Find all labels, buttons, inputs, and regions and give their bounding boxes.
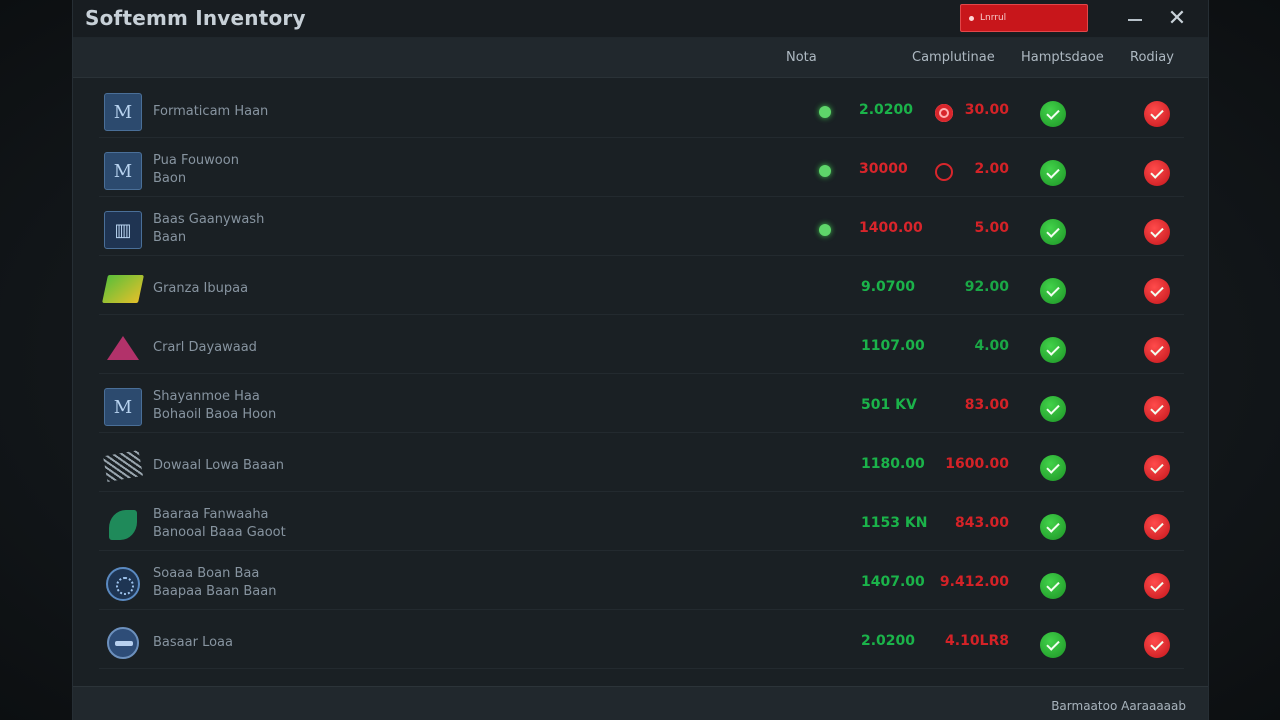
item-name: Pua Fouwoon Baon xyxy=(153,152,239,188)
status-online-icon xyxy=(819,224,831,236)
table-row[interactable]: Baaraa Fanwaaha Banooal Baaa Gaoot 1153 KN… xyxy=(99,492,1184,551)
table-row[interactable]: Basaar Loaa 2.0200 4.10LR8 xyxy=(99,610,1184,669)
hatched-icon xyxy=(103,446,143,486)
table-row[interactable]: M Shayanmoe Haa Bohaoil Baoa Hoon 501 KV 83.… xyxy=(99,374,1184,433)
item-name: Baas Gaanywash Baan xyxy=(153,211,264,247)
item-name-line2: Banooal Baaa Gaoot xyxy=(153,525,286,540)
item-name: Baaraa Fanwaaha Banooal Baaa Gaoot xyxy=(153,506,286,542)
leaf-icon xyxy=(103,505,143,545)
pink-triangle-icon xyxy=(103,328,143,368)
item-name-line2: Bohaoil Baoa Hoon xyxy=(153,407,277,422)
status-online-icon xyxy=(819,165,831,177)
search-input[interactable]: Lnrrul xyxy=(960,4,1088,32)
item-name: Granza Ibupaa xyxy=(153,280,248,298)
reject-check-icon[interactable] xyxy=(1144,632,1170,658)
table-row[interactable]: ▥ Baas Gaanywash Baan 1400.00 5.00 xyxy=(99,197,1184,256)
item-name-line1: Formaticam Haan xyxy=(153,104,269,119)
search-icon xyxy=(969,15,974,21)
item-name-line2: Baapaa Baan Baan xyxy=(153,584,277,599)
item-name: Formaticam Haan xyxy=(153,103,268,121)
approve-check-icon[interactable] xyxy=(1040,101,1066,127)
title-bar: Softemm Inventory Lnrrul ✕ xyxy=(73,0,1208,38)
item-name-line2: Baon xyxy=(153,171,187,186)
m-tile-icon: M xyxy=(103,92,143,132)
table-header: Nota Camplutinae Hamptsdaoe Rodiay xyxy=(73,38,1208,78)
comp-value: 4.00 xyxy=(974,338,1009,354)
item-name: Soaaa Boan Baa Baapaa Baan Baan xyxy=(153,565,276,601)
column-header-nota[interactable]: Nota xyxy=(786,50,817,65)
m-tile-icon: M xyxy=(103,387,143,427)
item-name-line1: Pua Fouwoon xyxy=(153,153,239,168)
column-header-rod[interactable]: Rodiay xyxy=(1130,50,1174,65)
status-bar: Barmaatoo Aaraaaaab xyxy=(73,686,1208,720)
approve-check-icon[interactable] xyxy=(1040,514,1066,540)
comp-value: 92.00 xyxy=(964,279,1009,295)
green-cube-icon xyxy=(102,269,144,309)
reject-check-icon[interactable] xyxy=(1144,396,1170,422)
pill-icon xyxy=(103,623,143,663)
approve-check-icon[interactable] xyxy=(1040,219,1066,245)
item-name-line1: Dowaal Lowa Baaan xyxy=(153,458,285,473)
minimize-icon xyxy=(1128,19,1142,21)
item-name: Shayanmoe Haa Bohaoil Baoa Hoon xyxy=(153,388,276,424)
comp-value: 5.00 xyxy=(974,220,1009,236)
comp-value: 83.00 xyxy=(964,397,1009,413)
table-row[interactable]: M Pua Fouwoon Baon 30000 2.00 xyxy=(99,138,1184,197)
table-row[interactable]: Dowaal Lowa Baaan 1180.00 1600.00 xyxy=(99,433,1184,492)
reject-check-icon[interactable] xyxy=(1144,337,1170,363)
approve-check-icon[interactable] xyxy=(1040,455,1066,481)
column-header-hom[interactable]: Hamptsdaoe xyxy=(1021,50,1104,65)
footer-text: Barmaatoo Aaraaaaab xyxy=(1051,699,1186,713)
reject-check-icon[interactable] xyxy=(1144,514,1170,540)
comp-value: 4.10LR8 xyxy=(945,633,1009,649)
approve-check-icon[interactable] xyxy=(1040,632,1066,658)
item-name: Basaar Loaa xyxy=(153,634,233,652)
approve-check-icon[interactable] xyxy=(1040,573,1066,599)
item-name: Crarl Dayawaad xyxy=(153,339,257,357)
approve-check-icon[interactable] xyxy=(1040,337,1066,363)
table-row[interactable]: Crarl Dayawaad 1107.00 4.00 xyxy=(99,315,1184,374)
table-row[interactable]: Granza Ibupaa 9.0700 92.00 xyxy=(99,256,1184,315)
status-online-icon xyxy=(819,106,831,118)
reject-check-icon[interactable] xyxy=(1144,573,1170,599)
minimize-button[interactable] xyxy=(1121,4,1149,32)
comp-value: 1600.00 xyxy=(945,456,1009,472)
item-name-line1: Shayanmoe Haa xyxy=(153,389,260,404)
item-name-line1: Baaraa Fanwaaha xyxy=(153,507,269,522)
m-tile-icon: M xyxy=(103,151,143,191)
approve-check-icon[interactable] xyxy=(1040,396,1066,422)
approve-check-icon[interactable] xyxy=(1040,160,1066,186)
table-row[interactable]: Soaaa Boan Baa Baapaa Baan Baan 1407.00 9.4… xyxy=(99,551,1184,610)
item-name-line2: Baan xyxy=(153,230,187,245)
search-value: Lnrrul xyxy=(980,13,1007,23)
comp-value: 843.00 xyxy=(954,515,1009,531)
item-name: Dowaal Lowa Baaan xyxy=(153,457,284,475)
table-row[interactable]: M Formaticam Haan 2.0200 30.00 xyxy=(99,79,1184,138)
bar-chart-icon: ▥ xyxy=(103,210,143,250)
approve-check-icon[interactable] xyxy=(1040,278,1066,304)
comp-value: 2.00 xyxy=(974,161,1009,177)
column-header-comp[interactable]: Camplutinae xyxy=(912,50,995,65)
comp-value: 9.412.00 xyxy=(939,574,1009,590)
reject-check-icon[interactable] xyxy=(1144,278,1170,304)
comp-value: 30.00 xyxy=(964,102,1009,118)
app-title: Softemm Inventory xyxy=(85,6,306,30)
app-window: Softemm Inventory Lnrrul ✕ Nota Campluti… xyxy=(72,0,1209,720)
item-name-line1: Baas Gaanywash xyxy=(153,212,265,227)
reject-check-icon[interactable] xyxy=(1144,101,1170,127)
close-button[interactable]: ✕ xyxy=(1163,4,1191,32)
reject-check-icon[interactable] xyxy=(1144,455,1170,481)
reject-check-icon[interactable] xyxy=(1144,219,1170,245)
reject-check-icon[interactable] xyxy=(1144,160,1170,186)
item-name-line1: Soaaa Boan Baa xyxy=(153,566,260,581)
globe-icon xyxy=(103,564,143,604)
item-name-line1: Crarl Dayawaad xyxy=(153,340,257,355)
item-name-line1: Basaar Loaa xyxy=(153,635,233,650)
item-name-line1: Granza Ibupaa xyxy=(153,281,249,296)
